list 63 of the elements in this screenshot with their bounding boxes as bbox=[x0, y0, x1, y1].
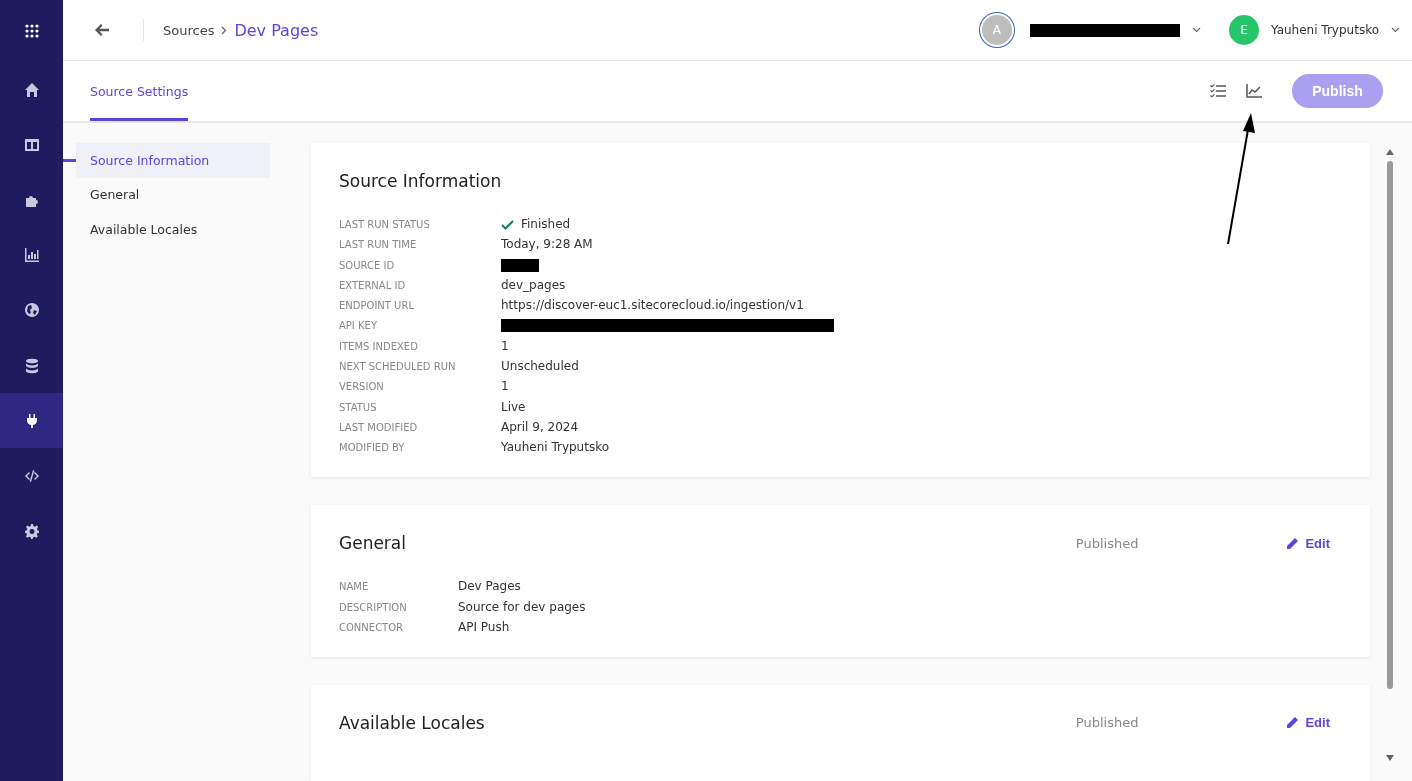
nav-item[interactable] bbox=[0, 393, 63, 449]
field-value: https://discover-euc1.sitecorecloud.io/ingestion/v1 bbox=[501, 298, 805, 314]
code-icon bbox=[23, 467, 40, 484]
field-label: STATUS bbox=[339, 400, 378, 415]
field-value: Source for dev pages bbox=[458, 599, 587, 615]
field-value: April 9, 2024 bbox=[501, 419, 580, 435]
field-label: EXTERNAL ID bbox=[339, 278, 407, 293]
field-label: LAST RUN TIME bbox=[339, 238, 418, 253]
field-value: dev_pages bbox=[501, 277, 567, 293]
edit-link[interactable]: Edit bbox=[1286, 535, 1330, 551]
chevron-down-icon[interactable] bbox=[1391, 27, 1400, 33]
edit-link[interactable]: Edit bbox=[1286, 715, 1330, 731]
field-value: API Push bbox=[458, 619, 511, 635]
field-label: ENDPOINT URL bbox=[339, 299, 415, 314]
chevron-right-icon bbox=[221, 25, 228, 35]
home-icon bbox=[23, 81, 40, 98]
bar-chart-icon bbox=[23, 247, 40, 264]
publish-status: Published bbox=[1075, 535, 1139, 551]
card-title: Available Locales bbox=[339, 712, 485, 733]
field-value: Dev Pages bbox=[458, 579, 522, 595]
field-label: API KEY bbox=[339, 319, 378, 334]
globe-icon bbox=[23, 302, 40, 319]
line-chart-icon[interactable] bbox=[1246, 84, 1262, 98]
field-label: NAME bbox=[339, 580, 370, 595]
field-label: SOURCE ID bbox=[339, 258, 396, 273]
apps-grid-icon bbox=[23, 23, 40, 39]
breadcrumb-link[interactable]: Sources bbox=[163, 22, 215, 38]
field-label: CONNECTOR bbox=[339, 620, 405, 635]
field-label: MODIFIED BY bbox=[339, 441, 406, 456]
breadcrumb-current: Dev Pages bbox=[234, 20, 319, 40]
section-link[interactable]: Available Locales bbox=[63, 212, 270, 247]
field-label: NEXT SCHEDULED RUN bbox=[339, 360, 457, 375]
settings-icon bbox=[23, 523, 40, 540]
field-value: Finished bbox=[521, 217, 571, 232]
layout-icon bbox=[23, 136, 40, 153]
field-value: Today, 9:28 AM bbox=[501, 237, 594, 253]
section-link[interactable]: General bbox=[63, 177, 270, 212]
pencil-icon bbox=[1286, 536, 1300, 550]
field-value: Unscheduled bbox=[501, 359, 580, 375]
publish-status: Published bbox=[1075, 715, 1139, 731]
field-value: Yauheni Tryputsko bbox=[501, 440, 611, 456]
pencil-icon bbox=[1286, 716, 1300, 730]
checkmark-icon bbox=[501, 219, 514, 230]
scroll-up-icon[interactable] bbox=[1385, 149, 1394, 155]
card-title: General bbox=[339, 533, 406, 554]
back-arrow-icon bbox=[95, 24, 109, 36]
redaction-bar bbox=[501, 258, 539, 272]
field-value: Live bbox=[501, 399, 527, 415]
checklist-icon[interactable] bbox=[1210, 84, 1226, 98]
chevron-down-icon[interactable] bbox=[1191, 27, 1201, 33]
database-icon bbox=[23, 357, 40, 374]
section-link[interactable]: Source Information bbox=[63, 143, 270, 178]
user-name[interactable]: Yauheni Tryputsko bbox=[1270, 23, 1379, 37]
field-label: ITEMS INDEXED bbox=[339, 339, 419, 354]
field-value: 1 bbox=[501, 338, 510, 354]
card-title: Source Information bbox=[339, 171, 502, 191]
scroll-down-icon[interactable] bbox=[1385, 755, 1394, 761]
tab[interactable]: Source Settings bbox=[90, 61, 189, 121]
field-label: LAST RUN STATUS bbox=[339, 218, 431, 232]
field-label: LAST MODIFIED bbox=[339, 420, 419, 435]
field-label: DESCRIPTION bbox=[339, 600, 408, 615]
field-label: VERSION bbox=[339, 380, 385, 395]
field-value: 1 bbox=[501, 379, 510, 395]
